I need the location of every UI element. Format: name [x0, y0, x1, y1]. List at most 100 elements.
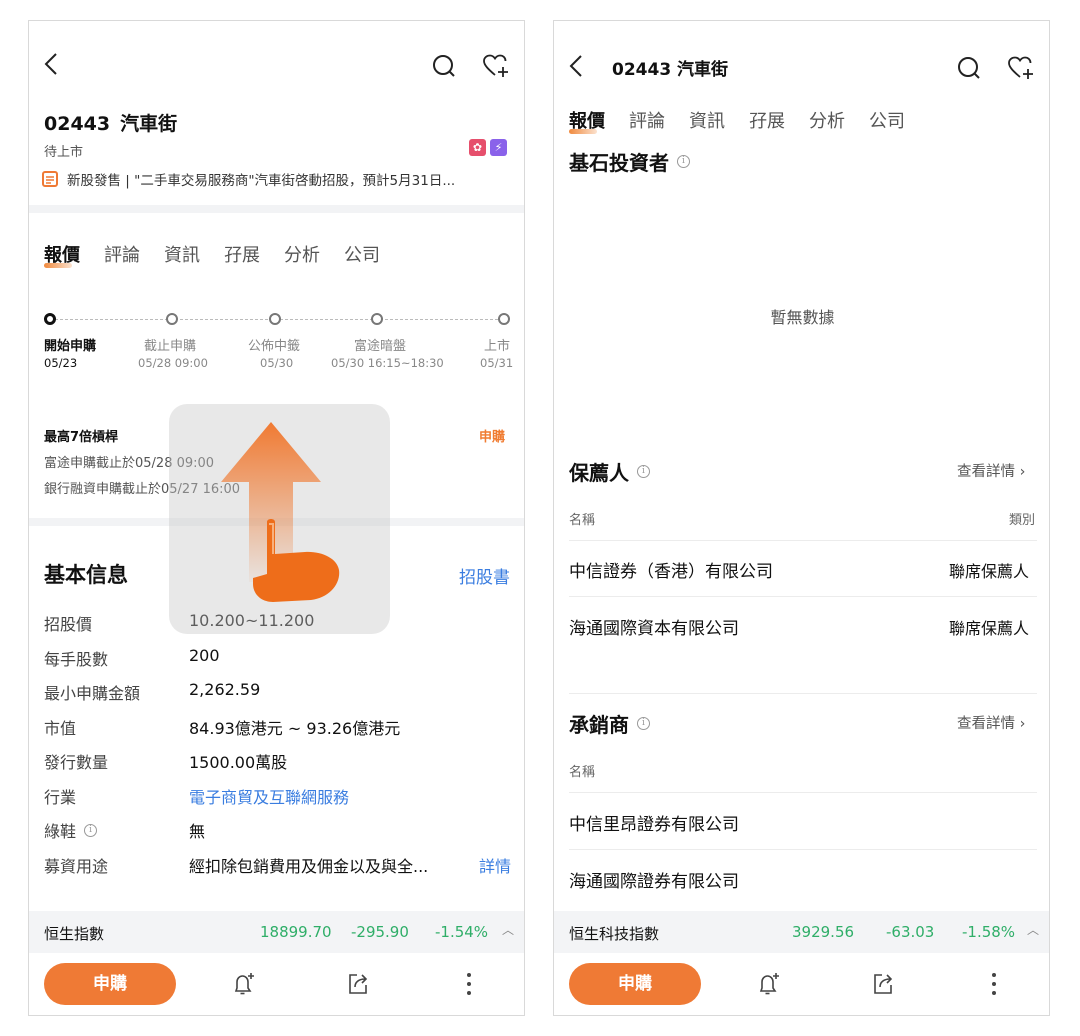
timeline-date: 05/23	[44, 356, 78, 370]
timeline-dot	[371, 313, 383, 325]
price-alert-icon[interactable]	[756, 971, 782, 997]
divider	[29, 205, 524, 213]
timeline-date: 05/30 16:15~18:30	[331, 356, 444, 370]
underwriter-name: 海通國際證券有限公司	[569, 872, 739, 892]
sponsors-section-title: 保薦人 i	[569, 457, 650, 486]
add-watchlist-icon[interactable]	[1007, 55, 1035, 81]
stock-code: 02443	[44, 113, 111, 135]
divider	[569, 693, 1037, 694]
index-name: 恒生科技指數	[569, 925, 660, 943]
info-icon[interactable]: i	[637, 717, 650, 730]
index-ticker[interactable]: 恒生科技指數 3929.56 -63.03 -1.58% ︿	[554, 911, 1049, 953]
timeline-date: 05/28 09:00	[138, 356, 208, 370]
details-link[interactable]: 詳情	[479, 853, 511, 877]
news-banner[interactable]: 新股發售 | "二手車交易服務商"汽車街啓動招股，預計5月31日...	[41, 169, 516, 189]
column-header-name: 名稱	[569, 765, 596, 780]
subscribe-link[interactable]: 申購	[479, 426, 505, 445]
cornerstone-section-title: 基石投資者 i	[569, 147, 690, 176]
tab-margin[interactable]: 孖展	[224, 241, 260, 267]
timeline-dot	[498, 313, 510, 325]
info-icon[interactable]: i	[637, 465, 650, 478]
price-alert-icon[interactable]	[231, 971, 257, 997]
info-label: 募資用途	[44, 857, 109, 876]
stock-title: 02443 汽車街	[44, 109, 187, 136]
basic-info-title: 基本信息	[44, 563, 128, 587]
back-arrow-icon[interactable]	[566, 53, 586, 79]
tab-margin[interactable]: 孖展	[749, 107, 785, 133]
tab-company[interactable]: 公司	[869, 107, 905, 133]
market-badges: ✿ ⚡	[469, 139, 507, 156]
tab-analysis[interactable]: 分析	[809, 107, 845, 133]
industry-link[interactable]: 電子商貿及互聯網服務	[189, 784, 349, 808]
underwriters-view-more[interactable]: 查看詳情 ›	[957, 712, 1025, 733]
underwriters-title: 承銷商	[569, 713, 629, 737]
column-header-type: 類別	[1009, 513, 1036, 528]
tab-comments[interactable]: 評論	[104, 241, 140, 267]
greenshoe-label: 綠鞋 i	[44, 818, 98, 842]
ipo-quote-screen: 02443 汽車街 待上市 ✿ ⚡ 新股發售 | "二手車交易服務商"汽車街啓動招…	[28, 20, 525, 1016]
greenshoe-value: 無	[189, 822, 206, 841]
search-icon[interactable]	[431, 53, 457, 79]
info-label: 發行數量	[44, 753, 109, 772]
bottom-action-bar: 申購	[29, 955, 524, 1015]
header-title: 02443 汽車街	[612, 60, 729, 80]
tab-quote[interactable]: 報價	[569, 107, 605, 134]
sponsors-view-more[interactable]: 查看詳情 ›	[957, 460, 1025, 481]
index-value: 3929.56	[792, 923, 855, 941]
issue-size-value: 1500.00萬股	[189, 753, 288, 772]
min-amount-value: 2,262.59	[189, 680, 261, 699]
sponsor-name: 海通國際資本有限公司	[569, 619, 739, 639]
info-icon[interactable]: i	[84, 823, 98, 837]
more-icon[interactable]	[990, 971, 998, 997]
divider	[569, 792, 1037, 793]
timeline-label: 公佈中籤	[248, 339, 301, 354]
timeline-label: 富途暗盤	[354, 339, 407, 354]
view-more-label: 查看詳情	[957, 464, 1015, 480]
subscribe-button[interactable]: 申購	[569, 963, 701, 1005]
chevron-up-icon[interactable]: ︿	[502, 921, 514, 938]
prospectus-link[interactable]: 招股書	[459, 563, 510, 588]
lot-size-value: 200	[189, 646, 220, 665]
timeline-label: 截止申購	[144, 339, 197, 354]
index-ticker[interactable]: 恒生指數 18899.70 -295.90 -1.54% ︿	[29, 911, 524, 953]
tab-bar: 報價 評論 資訊 孖展 分析 公司	[569, 107, 905, 134]
tab-news[interactable]: 資訊	[164, 241, 200, 267]
tab-comments[interactable]: 評論	[629, 107, 665, 133]
market-cap-value: 84.93億港元 ~ 93.26億港元	[189, 719, 401, 738]
leverage-info: 最高7倍槓桿	[44, 430, 119, 445]
chevron-right-icon: ›	[1019, 716, 1026, 732]
news-text: 新股發售 | "二手車交易服務商"汽車街啓動招股，預計5月31日...	[67, 173, 456, 189]
search-icon[interactable]	[956, 55, 982, 81]
share-icon[interactable]	[345, 971, 371, 997]
empty-state: 暫無數據	[770, 308, 835, 327]
info-icon[interactable]: i	[677, 155, 690, 168]
share-icon[interactable]	[870, 971, 896, 997]
divider	[569, 849, 1037, 850]
listing-status: 待上市	[44, 145, 84, 160]
timeline-date: 05/30	[260, 356, 294, 370]
sponsor-name: 中信證券（香港）有限公司	[569, 562, 773, 582]
timeline-dot	[44, 313, 56, 325]
tab-bar: 報價 評論 資訊 孖展 分析 公司	[44, 241, 380, 268]
add-watchlist-icon[interactable]	[482, 53, 510, 79]
sponsor-type: 聯席保薦人	[949, 562, 1030, 581]
document-icon	[41, 170, 59, 188]
index-change: -295.90	[351, 923, 409, 941]
sponsors-title: 保薦人	[569, 461, 629, 485]
hand-pointer-icon	[245, 516, 345, 606]
index-value: 18899.70	[260, 923, 332, 941]
more-icon[interactable]	[465, 971, 473, 997]
tab-company[interactable]: 公司	[344, 241, 380, 267]
info-label: 市值	[44, 719, 77, 738]
timeline-date: 05/31	[480, 356, 514, 370]
fast-trade-icon: ⚡	[490, 139, 507, 156]
tab-quote[interactable]: 報價	[44, 241, 80, 268]
info-label: 行業	[44, 788, 77, 807]
subscribe-button[interactable]: 申購	[44, 963, 176, 1005]
tab-news[interactable]: 資訊	[689, 107, 725, 133]
stock-name: 汽車街	[120, 113, 178, 135]
chevron-up-icon[interactable]: ︿	[1027, 921, 1039, 938]
back-arrow-icon[interactable]	[41, 51, 61, 77]
info-label-text: 綠鞋	[44, 822, 77, 841]
tab-analysis[interactable]: 分析	[284, 241, 320, 267]
